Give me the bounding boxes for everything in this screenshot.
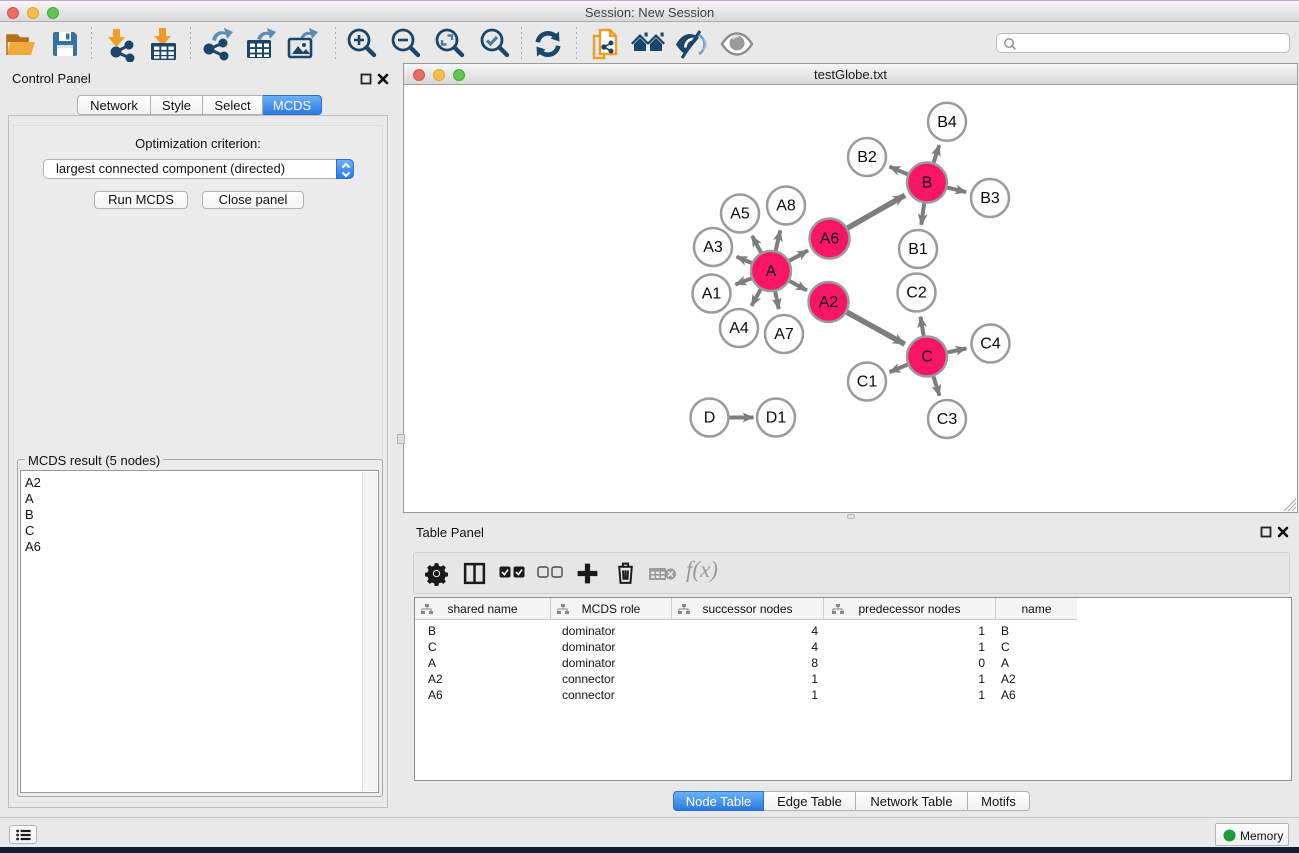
svg-text:A4: A4 — [729, 320, 749, 337]
svg-text:C4: C4 — [980, 336, 1001, 353]
svg-text:B4: B4 — [937, 114, 957, 131]
svg-text:A1: A1 — [702, 286, 722, 303]
svg-text:B2: B2 — [857, 149, 877, 166]
svg-text:C: C — [921, 349, 933, 366]
svg-text:A5: A5 — [730, 206, 750, 223]
svg-text:C2: C2 — [906, 285, 927, 302]
svg-text:A8: A8 — [776, 198, 796, 215]
svg-text:A: A — [766, 263, 777, 280]
svg-text:B3: B3 — [980, 190, 1000, 207]
svg-text:D1: D1 — [766, 410, 787, 427]
svg-text:B1: B1 — [908, 241, 928, 258]
svg-text:A7: A7 — [774, 326, 794, 343]
svg-text:A6: A6 — [820, 231, 840, 248]
svg-text:C1: C1 — [857, 374, 878, 391]
svg-text:C3: C3 — [937, 411, 958, 428]
svg-text:A3: A3 — [703, 239, 723, 256]
svg-text:B: B — [922, 175, 933, 192]
svg-text:D: D — [704, 410, 716, 427]
svg-text:A2: A2 — [819, 294, 839, 311]
